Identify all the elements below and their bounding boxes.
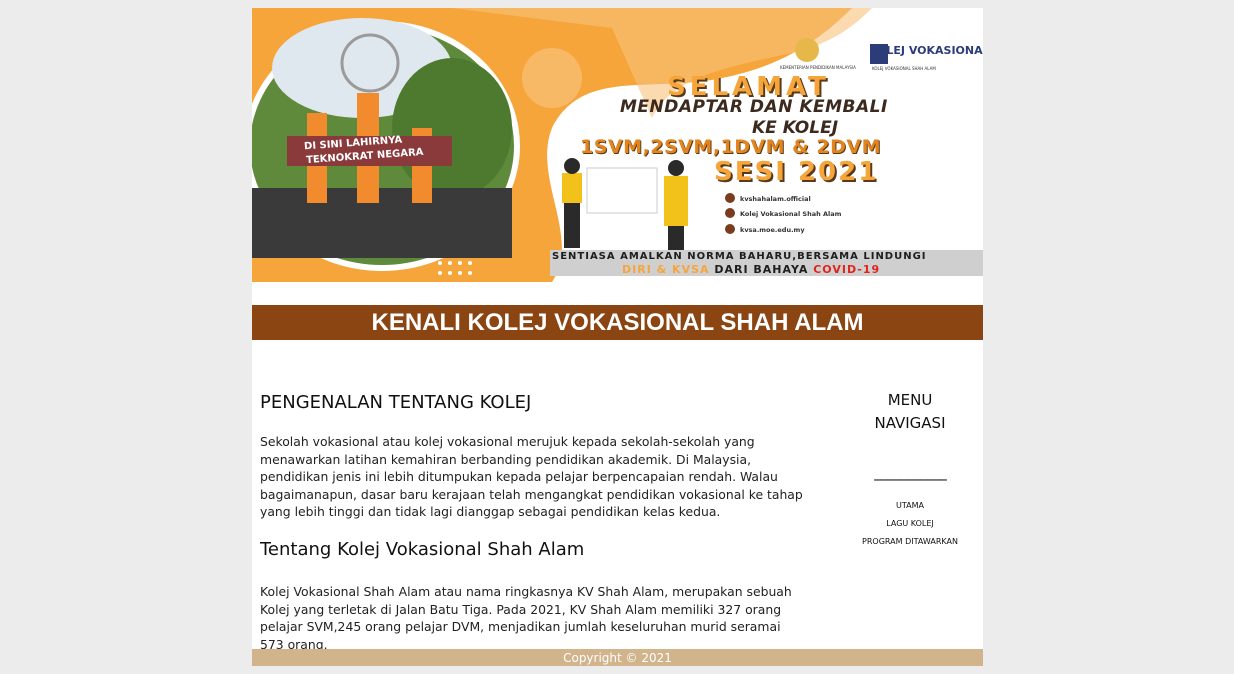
kv-logo-text: KOLEJ VOKASIONAL — [869, 44, 983, 57]
welcome-banner: KEMENTERIAN PENDIDIKAN MALAYSIA KOLEJ VO… — [252, 8, 983, 282]
section-about-text: Kolej Vokasional Shah Alam atau nama rin… — [260, 584, 792, 652]
social-facebook: Kolej Vokasional Shah Alam — [740, 210, 842, 218]
banner-line-4: 1SVM,2SVM,1DVM & 2DVM — [580, 136, 881, 158]
covid-notice-part-b: DARI BAHAYA — [709, 263, 814, 276]
nav-link-program-ditawarkan[interactable]: PROGRAM DITAWARKAN — [840, 533, 980, 551]
section-intro-text: Sekolah vokasional atau kolej vokasional… — [260, 434, 803, 519]
banner-line-2: MENDAPTAR DAN KEMBALI — [620, 97, 888, 117]
covid-notice-part-a: DIRI & KVSA — [622, 263, 710, 276]
banner-line-3: KE KOLEJ — [752, 118, 839, 138]
page-title-bar: KENALI KOLEJ VOKASIONAL SHAH ALAM — [252, 305, 983, 340]
social-website: kvsa.moe.edu.my — [740, 226, 805, 234]
section-about-title: Tentang Kolej Vokasional Shah Alam — [260, 539, 585, 560]
kv-logo-subtitle: KOLEJ VOKASIONAL SHAH ALAM — [872, 66, 936, 71]
section-intro-title: PENGENALAN TENTANG KOLEJ — [260, 392, 532, 413]
navigation-sidebar: MENU NAVIGASI ___________ UTAMA LAGU KOL… — [840, 389, 980, 551]
nav-link-utama[interactable]: UTAMA — [840, 497, 980, 515]
covid-notice-line-2: DIRI & KVSA DARI BAHAYA COVID-19 — [622, 263, 880, 276]
banner-sesi: SESI 2021 — [714, 157, 879, 187]
covid-notice-part-c: COVID-19 — [813, 263, 881, 276]
nav-title-line-1: MENU — [887, 391, 933, 409]
nav-title-line-2: NAVIGASI — [874, 414, 946, 432]
ministry-caption: KEMENTERIAN PENDIDIKAN MALAYSIA — [780, 65, 856, 70]
nav-divider: ___________ — [874, 463, 947, 481]
copyright-text: Copyright © 2021 — [563, 650, 672, 665]
social-instagram: kvshahalam.official — [740, 195, 811, 203]
nav-links: UTAMA LAGU KOLEJ PROGRAM DITAWARKAN — [840, 497, 980, 551]
page-container: KEMENTERIAN PENDIDIKAN MALAYSIA KOLEJ VO… — [252, 8, 983, 666]
page-footer: Copyright © 2021 — [252, 649, 983, 666]
page-title: KENALI KOLEJ VOKASIONAL SHAH ALAM — [371, 308, 864, 336]
nav-link-lagu-kolej[interactable]: LAGU KOLEJ — [840, 515, 980, 533]
covid-notice-line-1: SENTIASA AMALKAN NORMA BAHARU,BERSAMA LI… — [552, 251, 927, 262]
